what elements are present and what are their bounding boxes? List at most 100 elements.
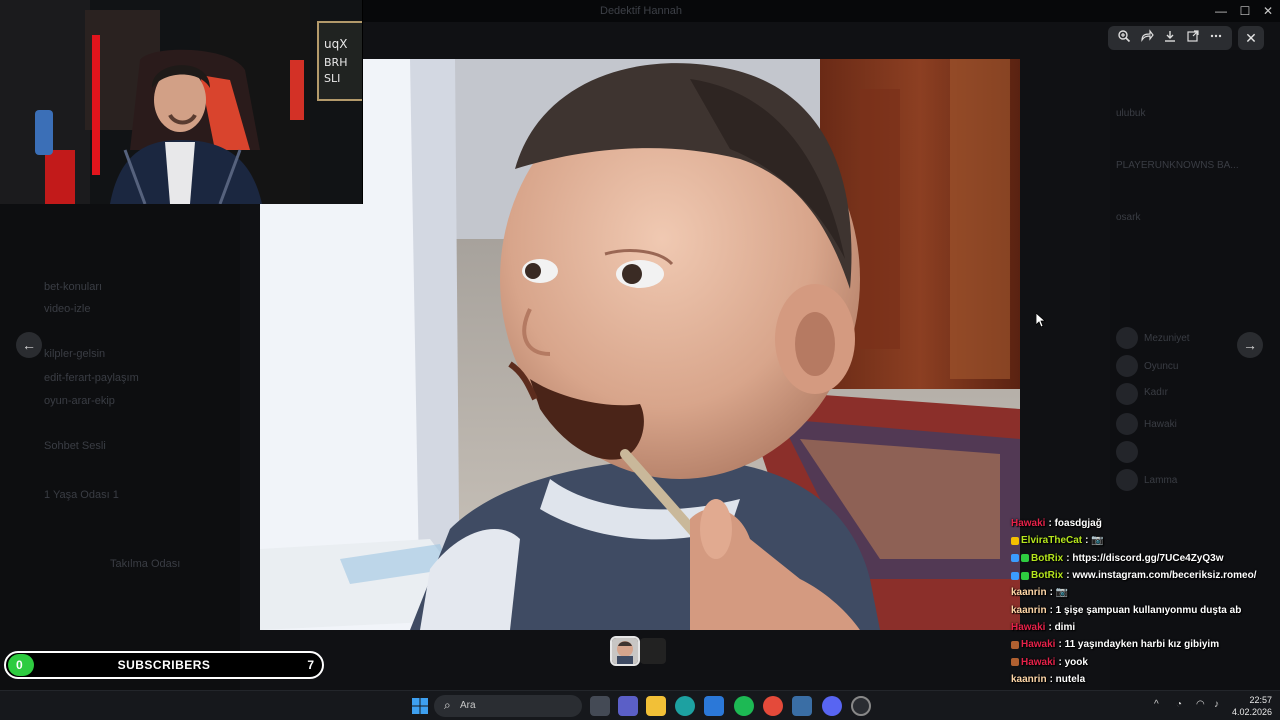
member-avatar — [1116, 413, 1138, 435]
streamer-webcam-illustration: uqX BRH SLI — [0, 0, 362, 204]
search-placeholder: Ara — [460, 700, 476, 711]
chat-message: Hawaki: foasdgjağ — [1011, 515, 1279, 532]
chat-username[interactable]: BotRix — [1031, 553, 1063, 564]
member-name[interactable]: ulubuk — [1116, 108, 1145, 119]
wifi-icon[interactable]: ◠ — [1196, 699, 1205, 710]
volume-icon[interactable]: ♪ — [1214, 699, 1219, 710]
child-photo-illustration — [260, 59, 1020, 630]
member-name[interactable]: Mezuniyet — [1144, 333, 1190, 344]
member-name[interactable]: PLAYERUNKNOWNS BA... — [1116, 160, 1239, 171]
subscriber-goal-bar: 0 SUBSCRIBERS 7 — [4, 651, 324, 679]
chat-text: : 11 yaşındayken harbi kız gibiyim — [1058, 639, 1220, 651]
chat-message: kaanrin: 📷 — [1011, 584, 1279, 601]
clock[interactable]: 22:57 4.02.2026 — [1232, 694, 1272, 718]
svg-text:SLI: SLI — [324, 72, 340, 85]
svg-text:BRH: BRH — [324, 56, 347, 69]
chat-text: : www.instagram.com/beceriksiz.romeo/ — [1066, 570, 1257, 582]
chat-text: : yook — [1058, 656, 1088, 668]
windows-taskbar: ⌕ Ara ^ ◔ ◠ ♪ 22:57 4.02.2026 — [0, 690, 1280, 720]
chat-badge-icon — [1021, 571, 1029, 580]
subscriber-goal: 7 — [307, 658, 314, 672]
member-name[interactable]: osark — [1116, 212, 1140, 223]
thumbnail-next[interactable] — [640, 638, 666, 664]
image-viewer-toolbar — [1108, 26, 1232, 50]
chat-username[interactable]: ElviraTheCat — [1021, 535, 1082, 546]
mouse-cursor-icon — [1036, 313, 1046, 327]
store-icon[interactable] — [704, 696, 724, 716]
member-name[interactable]: Lamma — [1144, 475, 1177, 486]
chat-badge-icon — [1011, 640, 1019, 649]
chat-message: Hawaki: dimi — [1011, 619, 1279, 636]
member-avatar — [1116, 327, 1138, 349]
member-avatar — [1116, 355, 1138, 377]
channel-item[interactable]: Takılma Odası — [110, 558, 180, 570]
chat-message: kaanrin: 1 şişe şampuan kullanıyonmu duş… — [1011, 601, 1279, 618]
chrome-icon[interactable] — [763, 696, 783, 716]
windows-start-icon[interactable] — [410, 696, 430, 716]
chat-message: BotRix: https://discord.gg/7UCe4ZyQ3w — [1011, 550, 1279, 567]
chat-username[interactable]: BotRix — [1031, 570, 1063, 581]
next-image-button[interactable]: → — [1237, 332, 1263, 358]
channel-item[interactable]: edit-ferart-paylaşım — [44, 372, 139, 384]
member-name[interactable]: Kadır — [1144, 387, 1168, 398]
viewer-image — [260, 59, 1020, 630]
zoom-in-icon[interactable] — [1115, 29, 1133, 47]
chat-username[interactable]: Hawaki — [1011, 622, 1045, 633]
chat-username[interactable]: kaanrin — [1011, 674, 1047, 685]
chat-message: ElviraTheCat: 📷 — [1011, 532, 1279, 549]
close-window-icon[interactable]: ✕ — [1259, 3, 1277, 19]
forward-icon[interactable] — [1138, 29, 1156, 47]
minimize-icon[interactable]: — — [1212, 3, 1230, 19]
channel-item[interactable]: video-izle — [44, 303, 90, 315]
chat-username[interactable]: kaanrin — [1011, 587, 1047, 598]
open-external-icon[interactable] — [1184, 29, 1202, 47]
chat-username[interactable]: Hawaki — [1011, 518, 1045, 529]
channel-item[interactable]: bet-konuları — [44, 281, 102, 293]
previous-image-button[interactable]: ← — [16, 332, 42, 358]
file-explorer-icon[interactable] — [646, 696, 666, 716]
chat-badge-icon — [1011, 536, 1019, 545]
channel-item[interactable]: 1 Yaşa Odası 1 — [44, 489, 119, 501]
chat-text: : 📷 — [1049, 587, 1069, 599]
member-name[interactable]: Hawaki — [1144, 419, 1177, 430]
chevron-up-icon[interactable]: ^ — [1154, 699, 1159, 710]
member-avatar — [1116, 469, 1138, 491]
download-icon[interactable] — [1161, 29, 1179, 47]
chat-text: : dimi — [1048, 621, 1076, 633]
svg-text:uqX: uqX — [324, 37, 347, 51]
chat-text: : foasdgjağ — [1048, 518, 1102, 530]
close-viewer-button[interactable]: ✕ — [1238, 26, 1264, 50]
subscriber-label: SUBSCRIBERS — [117, 658, 211, 672]
spotify-icon[interactable] — [734, 696, 754, 716]
edge-icon[interactable] — [675, 696, 695, 716]
chat-username[interactable]: Hawaki — [1021, 657, 1055, 668]
chat-text: : https://discord.gg/7UCe4ZyQ3w — [1066, 552, 1224, 564]
chat-text: : 📷 — [1085, 535, 1104, 547]
chat-message: BotRix: www.instagram.com/beceriksiz.rom… — [1011, 567, 1279, 584]
chat-message: Hawaki: 11 yaşındayken harbi kız gibiyim — [1011, 636, 1279, 653]
teams-icon[interactable] — [618, 696, 638, 716]
task-view-icon[interactable] — [590, 696, 610, 716]
chat-badge-icon — [1021, 554, 1029, 563]
channel-item[interactable]: kilpler-gelsin — [44, 348, 105, 360]
chat-message: kaanrin: nutela — [1011, 671, 1279, 688]
more-icon[interactable] — [1207, 29, 1225, 47]
discord-icon[interactable] — [822, 696, 842, 716]
clock-date: 4.02.2026 — [1232, 707, 1273, 717]
member-name[interactable]: Oyuncu — [1144, 361, 1178, 372]
chat-text: : nutela — [1049, 673, 1086, 685]
member-avatar — [1116, 441, 1138, 463]
chat-text: : 1 şişe şampuan kullanıyonmu duşta ab — [1049, 604, 1242, 616]
app-icon[interactable] — [792, 696, 812, 716]
chat-badge-icon — [1011, 658, 1019, 667]
chat-username[interactable]: kaanrin — [1011, 605, 1047, 616]
obs-icon[interactable] — [851, 696, 871, 716]
taskbar-search-box[interactable]: ⌕ Ara — [434, 695, 582, 717]
network-icon[interactable]: ◔ — [1176, 699, 1182, 710]
channel-item[interactable]: Sohbet Sesli — [44, 440, 106, 452]
chat-username[interactable]: Hawaki — [1021, 639, 1055, 650]
maximize-icon[interactable]: ☐ — [1236, 3, 1254, 19]
channel-item[interactable]: oyun-arar-ekip — [44, 395, 115, 407]
thumbnail-current[interactable] — [610, 636, 640, 666]
chat-badge-icon — [1011, 554, 1019, 563]
